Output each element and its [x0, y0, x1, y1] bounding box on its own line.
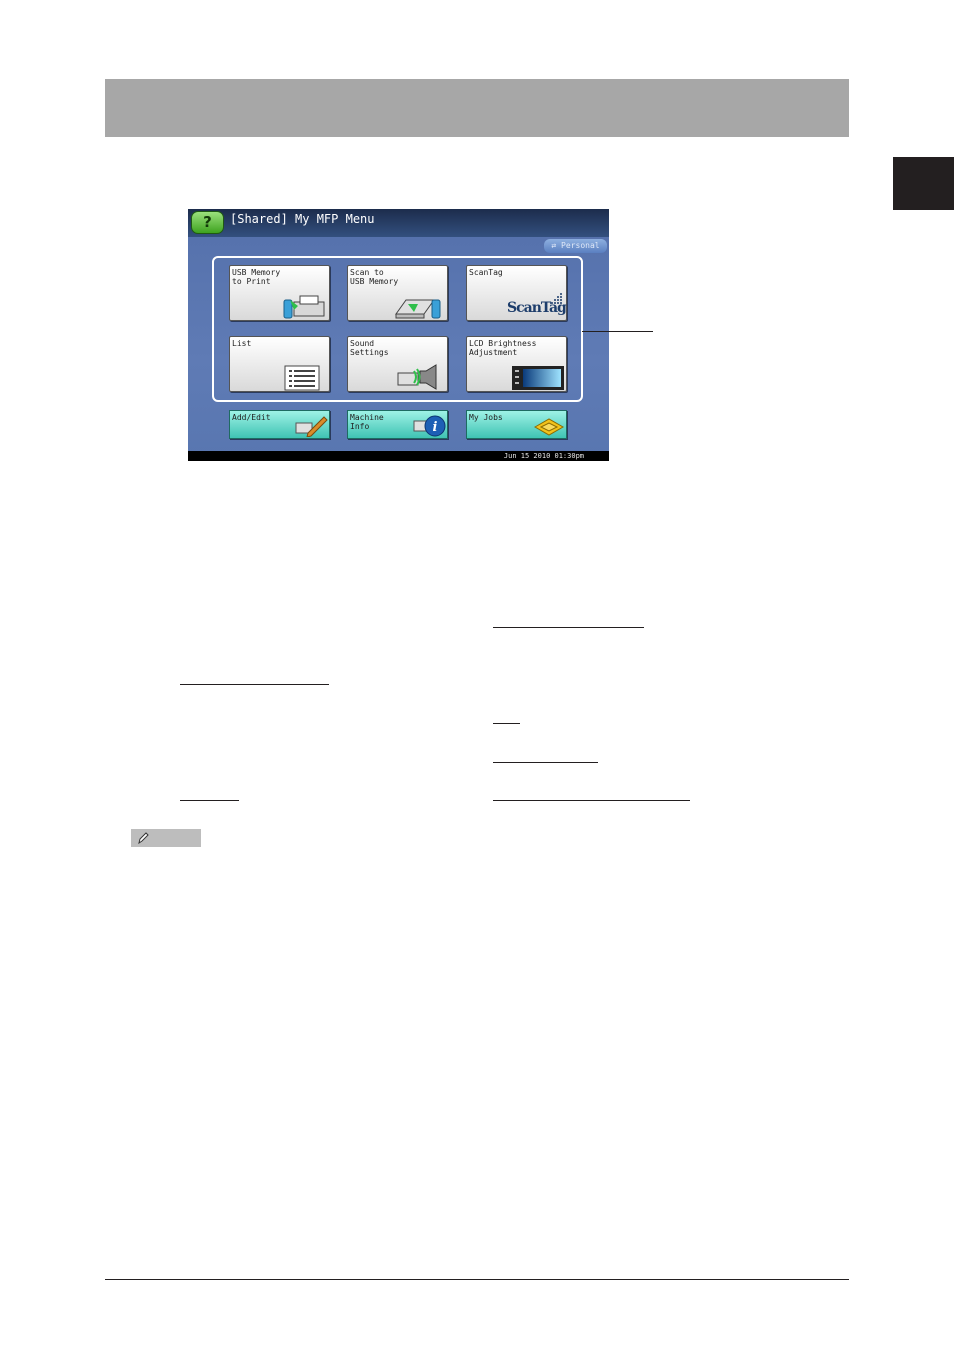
footer-rule [105, 1279, 849, 1280]
button-label: My Jobs [469, 413, 503, 422]
machine-info-button[interactable]: Machine Info i [347, 410, 448, 439]
reference-underline [180, 684, 329, 685]
personal-toggle-button[interactable]: ⇄ Personal [544, 239, 607, 253]
scantag-button[interactable]: ScanTag ScanTag [466, 265, 567, 321]
lcd-brightness-adjustment-button[interactable]: LCD Brightness Adjustment [466, 336, 567, 392]
note-pencil-icon [138, 832, 149, 845]
reference-underline [493, 800, 690, 801]
reference-underline [180, 800, 239, 801]
list-icon [284, 365, 320, 391]
list-button[interactable]: List [229, 336, 330, 392]
scanner-icon [395, 299, 441, 319]
my-jobs-button[interactable]: My Jobs [466, 410, 567, 439]
info-icon: i [413, 415, 446, 437]
button-label: Machine Info [350, 413, 384, 431]
speaker-icon [397, 364, 437, 390]
button-label: Sound Settings [350, 339, 389, 357]
note-tag [131, 829, 201, 847]
reference-underline [493, 723, 520, 724]
reference-underline [493, 762, 598, 763]
pencil-icon [295, 416, 328, 437]
svg-text:i: i [433, 420, 438, 435]
screen-title: [Shared] My MFP Menu [230, 212, 375, 226]
personal-label: Personal [561, 241, 600, 250]
date-time: Jun 15 2010 01:30pm [503, 452, 584, 460]
reference-underline [493, 627, 644, 628]
button-label: USB Memory to Print [232, 268, 281, 286]
button-label: LCD Brightness Adjustment [469, 339, 537, 357]
mfp-lcd-screen: ? [Shared] My MFP Menu ⇄ Personal USB Me… [188, 209, 609, 461]
button-label: ScanTag [469, 268, 503, 277]
add-edit-button[interactable]: Add/Edit [229, 410, 330, 439]
lcd-brightness-icon [512, 366, 564, 390]
jobs-icon [533, 418, 565, 436]
help-button[interactable]: ? [191, 211, 224, 234]
sound-settings-button[interactable]: Sound Settings [347, 336, 448, 392]
chapter-tab [893, 157, 954, 210]
callout-line [582, 331, 653, 332]
button-label: Add/Edit [232, 413, 271, 422]
usb-print-icon [283, 295, 325, 319]
scantag-dots-icon [551, 293, 562, 304]
usb-memory-to-print-button[interactable]: USB Memory to Print [229, 265, 330, 321]
lcd-title-bar: ? [Shared] My MFP Menu [188, 209, 609, 237]
button-label: List [232, 339, 252, 348]
button-label: Scan to USB Memory [350, 268, 399, 286]
scan-to-usb-memory-button[interactable]: Scan to USB Memory [347, 265, 448, 321]
header-band [105, 79, 849, 137]
status-bar: Jun 15 2010 01:30pm [188, 451, 609, 461]
